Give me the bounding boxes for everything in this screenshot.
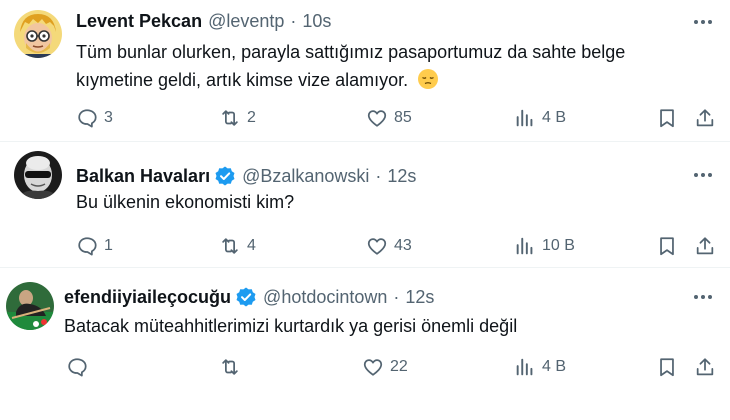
tweet[interactable]: Balkan Havaları @Bzalkanowski · 12s Bu ü… [0,142,730,268]
avatar[interactable] [6,282,54,330]
share-button[interactable] [694,355,716,379]
reply-button[interactable]: 3 [76,106,113,130]
repost-icon [222,359,238,375]
display-name[interactable]: Balkan Havaları [76,166,210,187]
verified-badge-icon [214,165,236,187]
pensive-face-icon [417,68,439,90]
separator-dot: · [393,286,400,307]
share-icon [696,358,714,376]
repost-button[interactable] [219,355,247,379]
heart-icon [363,359,383,376]
like-count: 85 [394,109,412,126]
tweet-header: efendiiyiaileçocuğu @hotdocintown · 12s [64,286,434,308]
bookmark-icon [660,358,674,377]
user-handle[interactable]: @hotdocintown [263,287,387,308]
timestamp[interactable]: 12s [405,287,434,308]
reply-button[interactable] [66,355,94,379]
user-handle[interactable]: @Bzalkanowski [242,166,369,187]
repost-count: 2 [247,109,256,126]
separator-dot: · [290,11,297,31]
tweet[interactable]: Levent Pekcan @leventp · 10s Tüm bunlar … [0,0,730,142]
reply-count: 3 [104,109,113,126]
bookmark-icon [660,237,674,256]
reply-icon [78,237,97,256]
verified-badge-icon [235,286,257,308]
repost-icon [222,238,238,254]
share-button[interactable] [694,106,716,130]
display-name[interactable]: Levent Pekcan [76,11,202,32]
views-icon [516,237,533,255]
tweet-header: Levent Pekcan @leventp · 10s [76,11,331,32]
timestamp[interactable]: 12s [387,166,416,187]
bookmark-button[interactable] [656,106,678,130]
more-options-icon[interactable] [692,11,714,33]
bookmark-button[interactable] [656,355,678,379]
views-button[interactable]: 4 B [514,106,566,130]
like-button[interactable]: 43 [366,234,412,258]
like-count: 43 [394,237,412,254]
action-bar: 22 4 B [66,355,716,379]
share-button[interactable] [694,234,716,258]
more-options-icon[interactable] [692,164,714,186]
more-options-icon[interactable] [692,286,714,308]
tweet-text: Tüm bunlar olurken, parayla sattığımız p… [76,38,696,94]
reply-icon [78,109,97,128]
display-name[interactable]: efendiiyiaileçocuğu [64,287,231,308]
repost-button[interactable]: 2 [219,106,256,130]
tweet-body: Tüm bunlar olurken, parayla sattığımız p… [76,42,626,90]
share-icon [696,237,714,255]
tweet-text: Bu ülkenin ekonomisti kim? [76,192,295,212]
heart-icon [367,110,387,127]
action-bar: 3 2 85 4 B [76,106,716,130]
tweet-feed: Levent Pekcan @leventp · 10s Tüm bunlar … [0,0,730,420]
heart-icon [367,238,387,255]
reply-button[interactable]: 1 [76,234,113,258]
views-icon [516,358,533,376]
share-icon [696,109,714,127]
repost-count: 4 [247,237,256,254]
user-handle[interactable]: @leventp [208,11,284,32]
views-button[interactable]: 10 B [514,234,575,258]
tweet-text: Batacak müteahhitlerimizi kurtardık ya g… [64,316,518,336]
views-icon [516,109,533,127]
repost-icon [222,110,238,126]
repost-button[interactable]: 4 [219,234,256,258]
tweet-header: Balkan Havaları @Bzalkanowski · 12s [76,165,416,187]
bookmark-button[interactable] [656,234,678,258]
like-button[interactable]: 22 [362,355,408,379]
avatar[interactable] [14,151,62,199]
reply-icon [68,358,87,377]
bookmark-icon [660,109,674,128]
reply-count: 1 [104,237,113,254]
avatar[interactable] [14,10,62,58]
view-count: 4 B [542,109,567,126]
separator-dot: · [375,165,382,186]
like-button[interactable]: 85 [366,106,412,130]
tweet[interactable]: efendiiyiaileçocuğu @hotdocintown · 12s … [0,268,730,420]
timestamp[interactable]: 10s [302,11,331,32]
like-count: 22 [390,358,408,375]
views-button[interactable]: 4 B [514,355,566,379]
action-bar: 1 4 43 10 B [76,234,716,258]
view-count: 10 B [542,237,575,254]
view-count: 4 B [542,358,567,375]
